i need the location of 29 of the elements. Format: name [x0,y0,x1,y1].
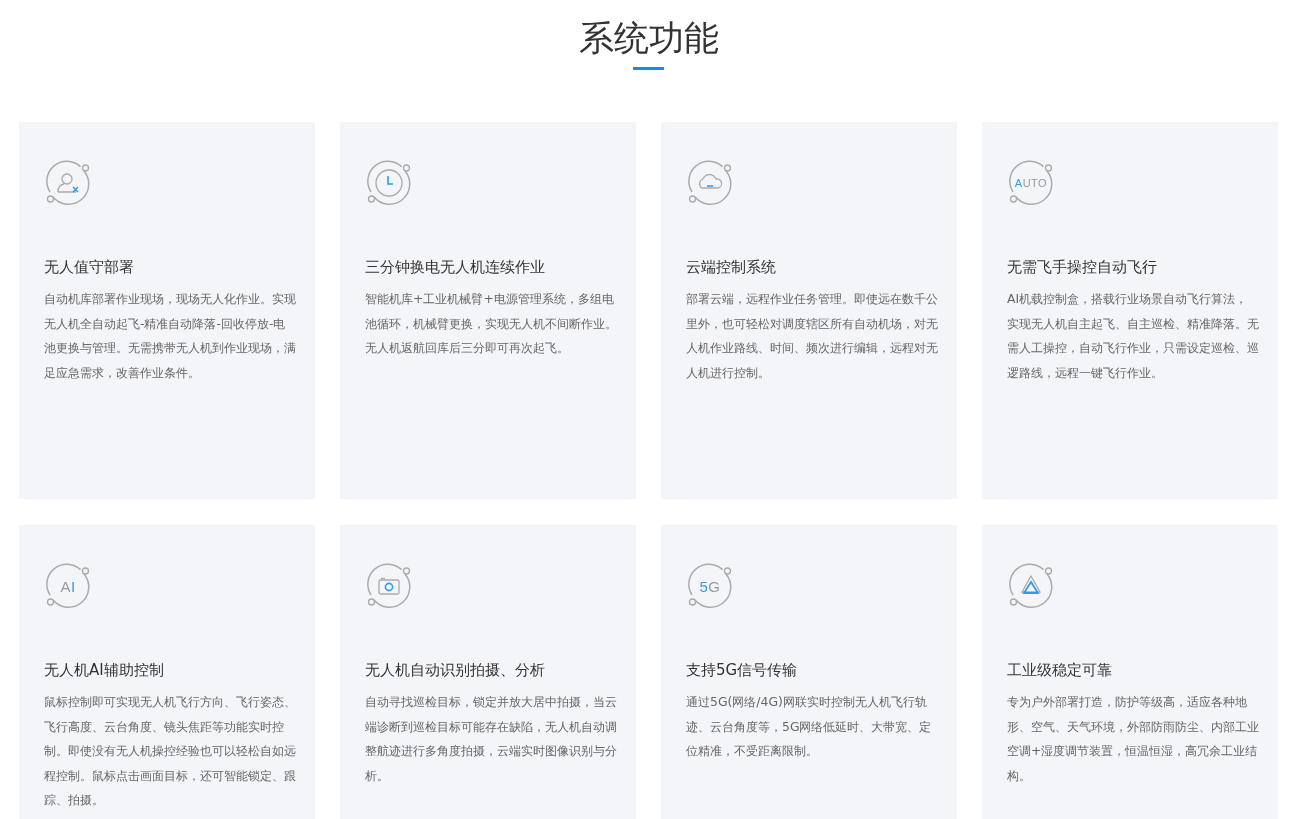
title-underline [633,67,664,70]
clock-icon [365,159,413,207]
camera-icon [365,562,413,610]
feature-description: 自动机库部署作业现场，现场无人化作业。实现无人机全自动起飞-精准自动降落-回收停放-电池更换与管理。无需携带无人机到作业现场，满足应急需求，改善作业条件。 [44,290,296,382]
icon-label: AUTO [1014,177,1048,189]
feature-title: 云端控制系统 [686,257,777,278]
feature-title: 支持5G信号传输 [686,660,799,681]
icon-label: 5G [699,578,721,594]
feature-description: 自动寻找巡检目标，锁定并放大居中拍摄，当云端诊断到巡检目标可能存在缺陷，无人机自动调整航迹进行多角度拍摄，云端实时图像识别与分析。 [365,693,617,785]
ring-icon [686,562,734,610]
ring-icon [44,562,92,610]
feature-title: 无需飞手操控自动飞行 [1007,257,1158,278]
feature-description: 通过5G(网络/4G)网联实时控制无人机飞行轨迹、云台角度等，5G网络低延时、大带宽、定位精准，不受距离限制。 [686,693,933,760]
cloud-icon [686,159,734,207]
feature-title: 三分钟换电无人机连续作业 [365,257,546,278]
feature-description: 鼠标控制即可实现无人机飞行方向、飞行姿态、飞行高度、云台角度、镜头焦距等功能实时控制。即使没有无人机操控经验也可以轻松自如远程控制。鼠标点击画面目标，还可智能锁定、跟踪、拍摄。 [44,693,296,809]
feature-description: AI机载控制盒，搭载行业场景自动飞行算法，实现无人机自主起飞、自主巡检、精准降落。无需人工操控，自动飞行作业，只需设定巡检、巡逻路线，远程一键飞行作业。 [1007,290,1259,382]
feature-description: 部署云端，远程作业任务管理。即使远在数千公里外，也可轻松对调度辖区所有自动机场，对无人机作业路线、时间、频次进行编辑，远程对无人机进行控制。 [686,290,938,382]
triangle-icon [1007,562,1055,610]
icon-label: AI [60,578,76,594]
feature-title: 工业级稳定可靠 [1007,660,1113,681]
feature-description: 专为户外部署打造，防护等级高，适应各种地形、空气、天气环境，外部防雨防尘、内部工业空调+湿度调节装置，恒温恒湿，高冗余工业结构。 [1007,693,1259,785]
user-icon [44,159,92,207]
section-title: 系统功能 [578,17,719,60]
feature-description: 智能机库+工业机械臂+电源管理系统，多组电池循环，机械臂更换，实现无人机不间断作业。无人机返航回库后三分即可再次起飞。 [365,290,617,357]
feature-title: 无人机AI辅助控制 [44,660,165,681]
feature-title: 无人机自动识别拍摄、分析 [365,660,546,681]
ring-icon [1007,159,1055,207]
feature-title: 无人值守部署 [44,257,135,278]
